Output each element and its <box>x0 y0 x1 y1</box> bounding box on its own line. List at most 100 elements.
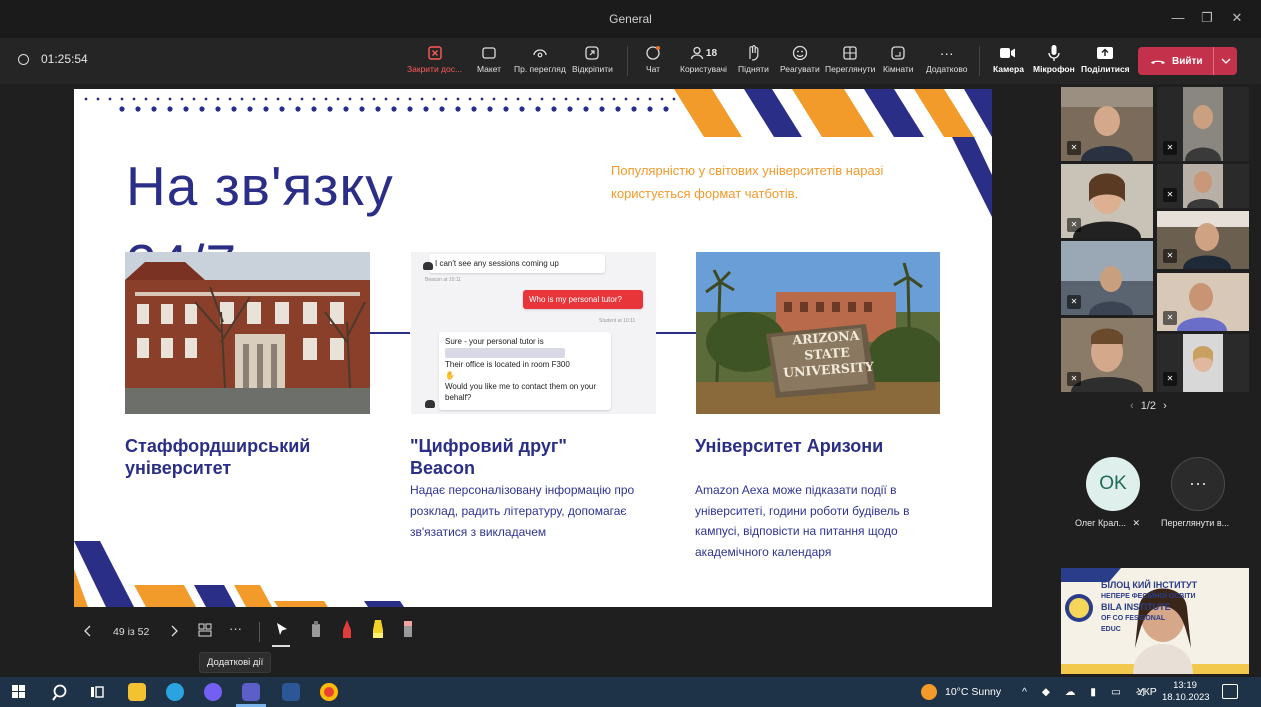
notifications-icon[interactable] <box>1222 684 1238 699</box>
file-explorer-icon[interactable] <box>128 683 146 701</box>
close-icon[interactable]: ✕ <box>1229 10 1245 26</box>
system-tray-icons[interactable]: ^ ◆ ☁ ▮ ▭ ◁ <box>1022 686 1150 698</box>
word-icon[interactable] <box>282 683 300 701</box>
popout-button[interactable]: Відкріпити <box>572 44 613 74</box>
mic-muted-icon: ✕ <box>1132 518 1141 528</box>
view-all-label[interactable]: Переглянути в... <box>1161 518 1229 528</box>
people-button[interactable]: 18 Користувачі <box>680 44 727 74</box>
raise-hand-button[interactable]: Підняти <box>738 44 769 74</box>
react-button[interactable]: Реагувати <box>780 44 820 74</box>
microphone-button[interactable]: Мікрофон <box>1033 44 1075 74</box>
participant-video[interactable]: ✕ <box>1157 87 1249 161</box>
column-body: Надає персоналізовану інформацію про роз… <box>410 483 635 539</box>
participant-name: Олег Крал... ✕ <box>1075 518 1141 528</box>
presenter-video[interactable]: БІЛОЦ КИЙ ІНСТИТУТ НЕПЕРЕ ФЕСІЙНОЇ ОСВІТ… <box>1061 568 1249 674</box>
prev-slide-button[interactable] <box>84 625 92 640</box>
mic-muted-icon: ✕ <box>1163 188 1177 202</box>
view-button[interactable]: Переглянути <box>825 44 875 74</box>
chat-button[interactable]: Чат <box>645 44 661 74</box>
people-icon: 18 <box>680 44 727 62</box>
camera-button[interactable]: Камера <box>993 44 1024 74</box>
phone-hangup-icon <box>1151 60 1165 64</box>
participant-video[interactable]: ✕ <box>1061 241 1153 315</box>
red-pen-icon[interactable] <box>340 619 354 642</box>
mic-muted-icon: ✕ <box>1163 141 1177 155</box>
active-tool-indicator <box>272 645 290 647</box>
search-icon[interactable] <box>52 683 70 701</box>
teams-icon[interactable] <box>242 683 260 701</box>
clock[interactable]: 13:19 18.10.2023 <box>1162 680 1210 704</box>
chat-bubble-bot-reply: Sure - your personal tutor is Their offi… <box>439 332 611 410</box>
presentation-slide: На зв'язку 24/7 Популярністю у світових … <box>74 89 992 607</box>
task-view-icon[interactable] <box>88 683 106 701</box>
highlighter-icon[interactable] <box>370 619 386 642</box>
eraser-tool-icon[interactable] <box>310 620 322 641</box>
next-slide-button[interactable] <box>170 625 178 640</box>
mic-muted-icon: ✕ <box>1163 372 1177 386</box>
maximize-icon[interactable]: ❐ <box>1199 10 1215 26</box>
mic-muted-icon: ✕ <box>1067 372 1081 386</box>
chevron-right-icon[interactable]: › <box>1163 400 1167 412</box>
bot-avatar-icon <box>425 400 435 408</box>
mic-muted-icon: ✕ <box>1163 249 1177 263</box>
window-title: General <box>609 12 652 26</box>
shield-icon <box>18 53 29 65</box>
connector-line <box>370 332 410 334</box>
windows-taskbar: 10°C Sunny ^ ◆ ☁ ▮ ▭ ◁ УКР 13:19 18.10.2… <box>0 677 1261 707</box>
minimize-icon[interactable]: — <box>1170 10 1186 26</box>
participant-video[interactable]: ✕ <box>1061 318 1153 392</box>
more-participants-icon[interactable]: ··· <box>1171 457 1225 511</box>
more-icon: ··· <box>939 45 954 61</box>
participant-video[interactable]: ✕ <box>1061 87 1153 161</box>
camera-icon <box>993 44 1024 62</box>
pointer-tool-icon[interactable] <box>275 622 289 639</box>
chevron-down-icon[interactable] <box>1213 47 1237 75</box>
meeting-toolbar: 01:25:54 Закрити дос... Макет Пр. перегл… <box>0 38 1261 84</box>
windows-start-icon[interactable] <box>12 685 26 699</box>
rooms-button[interactable]: Кімнати <box>883 44 914 74</box>
stripes-decoration <box>952 137 992 217</box>
telegram-icon[interactable] <box>166 683 184 701</box>
share-button[interactable]: Поділитися <box>1081 44 1130 74</box>
slide-grid-icon[interactable] <box>198 623 212 640</box>
mic-muted-icon: ✕ <box>1067 141 1081 155</box>
viber-icon[interactable] <box>204 683 222 701</box>
language-indicator[interactable]: УКР <box>1137 686 1157 698</box>
stop-sharing-button[interactable]: Закрити дос... <box>407 44 462 74</box>
participant-video[interactable]: ✕ <box>1157 334 1249 392</box>
chat-bubble-user: Who is my personal tutor? <box>523 290 643 309</box>
participant-video[interactable]: ✕ <box>1157 211 1249 269</box>
more-actions-button[interactable]: ··· <box>229 621 242 636</box>
slide-counter: 49 із 52 <box>113 626 150 638</box>
mic-muted-icon: ✕ <box>1163 311 1177 325</box>
weather-text[interactable]: 10°C Sunny <box>945 686 1001 698</box>
chrome-icon[interactable] <box>320 683 338 701</box>
participant-video[interactable]: ✕ <box>1061 164 1153 238</box>
view-icon <box>825 44 875 62</box>
dots-decoration <box>84 97 676 112</box>
chevron-left-icon[interactable]: ‹ <box>1130 400 1134 412</box>
more-button[interactable]: ··· Додатково <box>926 44 967 74</box>
weather-icon[interactable] <box>921 684 937 700</box>
chat-meta: Student at 10:11 <box>599 318 636 324</box>
leave-button[interactable]: Вийти <box>1138 47 1237 75</box>
meeting-timer: 01:25:54 <box>18 52 88 66</box>
layout-icon <box>477 44 501 62</box>
share-icon <box>1081 44 1130 62</box>
toolbar-divider <box>979 46 980 76</box>
column-heading: "Цифровий друг" Beacon <box>410 436 567 478</box>
staffordshire-building-image <box>125 252 370 414</box>
participant-video[interactable]: ✕ <box>1157 164 1249 208</box>
participant-video[interactable]: ✕ <box>1157 273 1249 331</box>
pink-eraser-icon[interactable] <box>402 620 414 641</box>
title-bar: General — ❐ ✕ <box>0 0 1261 38</box>
chatbot-screenshot: I can't see any sessions coming up Beaco… <box>411 252 656 414</box>
layout-button[interactable]: Макет <box>477 44 501 74</box>
stripes-decoration <box>74 541 404 607</box>
preview-button[interactable]: Пр. перегляд <box>514 44 566 74</box>
rooms-icon <box>883 44 914 62</box>
more-actions-tooltip: Додаткові дії <box>199 652 272 673</box>
institute-banner-text: БІЛОЦ КИЙ ІНСТИТУТ НЕПЕРЕ ФЕСІЙНОЇ ОСВІТ… <box>1101 580 1198 633</box>
participant-pager[interactable]: ‹ 1/2 › <box>1130 400 1167 412</box>
participant-avatar[interactable]: OK <box>1086 457 1140 511</box>
